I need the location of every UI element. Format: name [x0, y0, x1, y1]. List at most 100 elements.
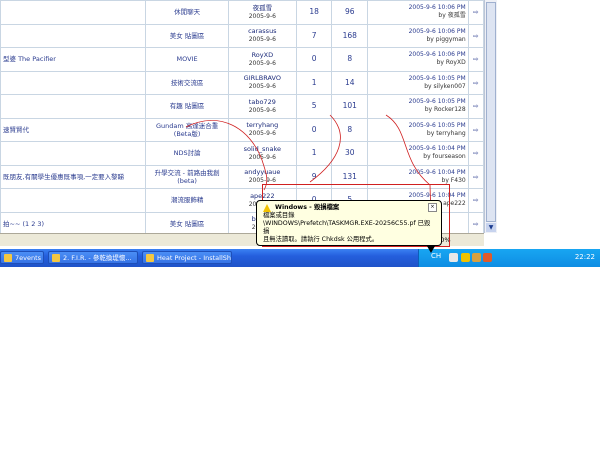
last-post-by[interactable]: by RoyXD — [369, 59, 466, 67]
views-cell: 8 — [331, 117, 369, 142]
balloon-line-2: \WINDOWS\Prefetch\TASKMGR.EXE-20256C55.p… — [263, 220, 431, 235]
go-to-last-post-icon[interactable]: ⇨ — [473, 32, 478, 40]
warning-icon[interactable] — [461, 253, 470, 262]
views-count: 131 — [342, 171, 357, 181]
author-link[interactable]: andyyuaue — [244, 168, 280, 176]
topic-cell[interactable] — [0, 141, 147, 166]
views-cell: 30 — [331, 141, 369, 166]
taskbar-button-3[interactable]: Heat Project - InstallSh... — [142, 251, 232, 264]
board-link[interactable]: MOVIE — [177, 55, 198, 63]
last-post-by[interactable]: by Rocker128 — [369, 106, 466, 114]
board-cell[interactable]: 升學交流 - 前路由我創 (beta) — [145, 164, 229, 189]
go-cell[interactable]: ⇨ — [467, 47, 484, 72]
last-post-by[interactable]: by fourseason — [369, 153, 465, 161]
keyboard-icon[interactable] — [449, 253, 458, 262]
go-to-last-post-icon[interactable]: ⇨ — [473, 8, 478, 16]
author-link[interactable]: tabo729 — [249, 98, 276, 106]
scrollbar-thumb[interactable] — [486, 2, 496, 222]
topic-link[interactable]: 拍~~ (1 2 3) — [3, 220, 44, 228]
author-link[interactable]: RoyXD — [252, 51, 274, 59]
go-cell[interactable]: ⇨ — [467, 141, 484, 166]
board-cell[interactable]: 潮流服飾精 — [145, 188, 229, 213]
author-date: 2005-9-6 — [248, 59, 276, 67]
table-row: 技術交流區 GIRLBRAVO 2005-9-6 1 14 2005-9-6 10:05 … — [0, 70, 484, 95]
board-link[interactable]: 有趣 貼圖區 — [170, 102, 205, 110]
go-cell[interactable]: ⇨ — [467, 188, 484, 213]
topic-cell[interactable] — [0, 70, 147, 95]
topic-link[interactable]: 速賢賢代 — [3, 126, 29, 134]
go-cell[interactable]: ⇨ — [467, 0, 484, 25]
go-to-last-post-icon[interactable]: ⇨ — [473, 173, 478, 181]
go-cell[interactable]: ⇨ — [467, 164, 484, 189]
go-to-last-post-icon[interactable]: ⇨ — [473, 149, 478, 157]
go-cell[interactable]: ⇨ — [467, 70, 484, 95]
views-cell: 8 — [331, 47, 369, 72]
board-cell[interactable]: MOVIE — [145, 47, 229, 72]
go-to-last-post-icon[interactable]: ⇨ — [473, 196, 478, 204]
security-icon[interactable] — [483, 253, 492, 262]
board-link[interactable]: 技術交流區 — [171, 79, 204, 87]
balloon-line-3: 且無法讀取。請執行 Chkdsk 公用程式。 — [263, 236, 379, 243]
go-to-last-post-icon[interactable]: ⇨ — [473, 102, 478, 110]
corrupted-file-balloon[interactable]: Windows - 毀損檔案 × 檔案或目錄 \WINDOWS\Prefetch… — [256, 200, 442, 253]
topic-cell[interactable]: 速賢賢代 — [0, 117, 147, 142]
go-to-last-post-icon[interactable]: ⇨ — [473, 79, 478, 87]
topic-cell[interactable]: 既朋友,有關學生優惠既事項,一定要入黎睇 — [0, 164, 147, 189]
author-date: 2005-9-6 — [248, 12, 276, 20]
board-cell[interactable]: 休閒聊天 — [145, 0, 229, 25]
topic-cell[interactable]: 拍~~ (1 2 3) — [0, 211, 147, 233]
board-cell[interactable]: 美女 貼圖區 — [145, 211, 229, 233]
taskbar-button-1[interactable]: 7events forn... — [0, 251, 44, 264]
go-to-last-post-icon[interactable]: ⇨ — [473, 55, 478, 63]
last-post-by[interactable]: by 夜孤雪 — [369, 12, 465, 20]
views-count: 8 — [347, 54, 353, 64]
board-link[interactable]: 美女 貼圖區 — [170, 32, 205, 40]
go-cell[interactable]: ⇨ — [467, 117, 484, 142]
board-cell[interactable]: 美女 貼圖區 — [145, 23, 229, 48]
board-cell[interactable]: 技術交流區 — [145, 70, 229, 95]
topic-cell[interactable] — [0, 94, 147, 119]
board-cell[interactable]: Gundam 高達迷合重 (Beta版) — [145, 117, 229, 142]
vertical-scrollbar[interactable]: ▼ — [484, 0, 497, 233]
author-link[interactable]: terryhang — [246, 121, 278, 129]
board-cell[interactable]: NDS討論 — [145, 141, 229, 166]
table-row: 美女 貼圖區 carassus 2005-9-6 7 168 2005-9-6 10:06… — [0, 23, 484, 48]
author-link[interactable]: solid_snake — [244, 145, 281, 153]
topic-cell[interactable] — [0, 188, 147, 213]
last-post-by[interactable]: by piggyman — [369, 36, 465, 44]
scroll-down-arrow-icon[interactable]: ▼ — [486, 223, 496, 232]
author-link[interactable]: carassus — [248, 27, 277, 35]
board-link[interactable]: 休閒聊天 — [174, 8, 200, 16]
author-link[interactable]: 夜孤雪 — [253, 4, 273, 12]
last-post-by[interactable]: by terryhang — [369, 130, 466, 138]
board-link[interactable]: 美女 貼圖區 — [170, 220, 205, 228]
close-icon[interactable]: × — [428, 203, 437, 212]
go-cell[interactable]: ⇨ — [467, 211, 484, 233]
author-link[interactable]: GIRLBRAVO — [244, 74, 281, 82]
network-icon[interactable] — [472, 253, 481, 262]
board-link[interactable]: NDS討論 — [174, 149, 201, 157]
topic-link[interactable]: 型婆 The Pacifier — [3, 55, 56, 63]
go-to-last-post-icon[interactable]: ⇨ — [473, 126, 478, 134]
replies-cell: 18 — [295, 0, 333, 25]
taskbar-button-2[interactable]: 2. F.I.R. - 參乾換堤懷... — [48, 251, 138, 264]
topic-cell[interactable]: 型婆 The Pacifier — [0, 47, 147, 72]
window-icon — [4, 254, 12, 262]
board-link[interactable]: 潮流服飾精 — [171, 196, 204, 204]
views-cell: 168 — [331, 23, 369, 48]
last-post-time: 2005-9-6 10:06 PM — [408, 51, 466, 59]
board-cell[interactable]: 有趣 貼圖區 — [145, 94, 229, 119]
board-link[interactable]: 升學交流 - 前路由我創 (beta) — [155, 169, 220, 185]
replies-cell: 0 — [295, 47, 333, 72]
language-indicator[interactable]: CH — [431, 252, 441, 260]
go-cell[interactable]: ⇨ — [467, 23, 484, 48]
board-link[interactable]: Gundam 高達迷合重 (Beta版) — [156, 122, 218, 138]
last-post-time: 2005-9-6 10:04 PM — [408, 168, 466, 176]
last-post-by[interactable]: by silyken007 — [369, 83, 465, 91]
topic-cell[interactable] — [0, 23, 147, 48]
go-to-last-post-icon[interactable]: ⇨ — [473, 220, 478, 228]
go-cell[interactable]: ⇨ — [467, 94, 484, 119]
topic-link[interactable]: 既朋友,有關學生優惠既事項,一定要入黎睇 — [3, 173, 124, 181]
replies-count: 9 — [311, 171, 317, 181]
topic-cell[interactable] — [0, 0, 147, 25]
